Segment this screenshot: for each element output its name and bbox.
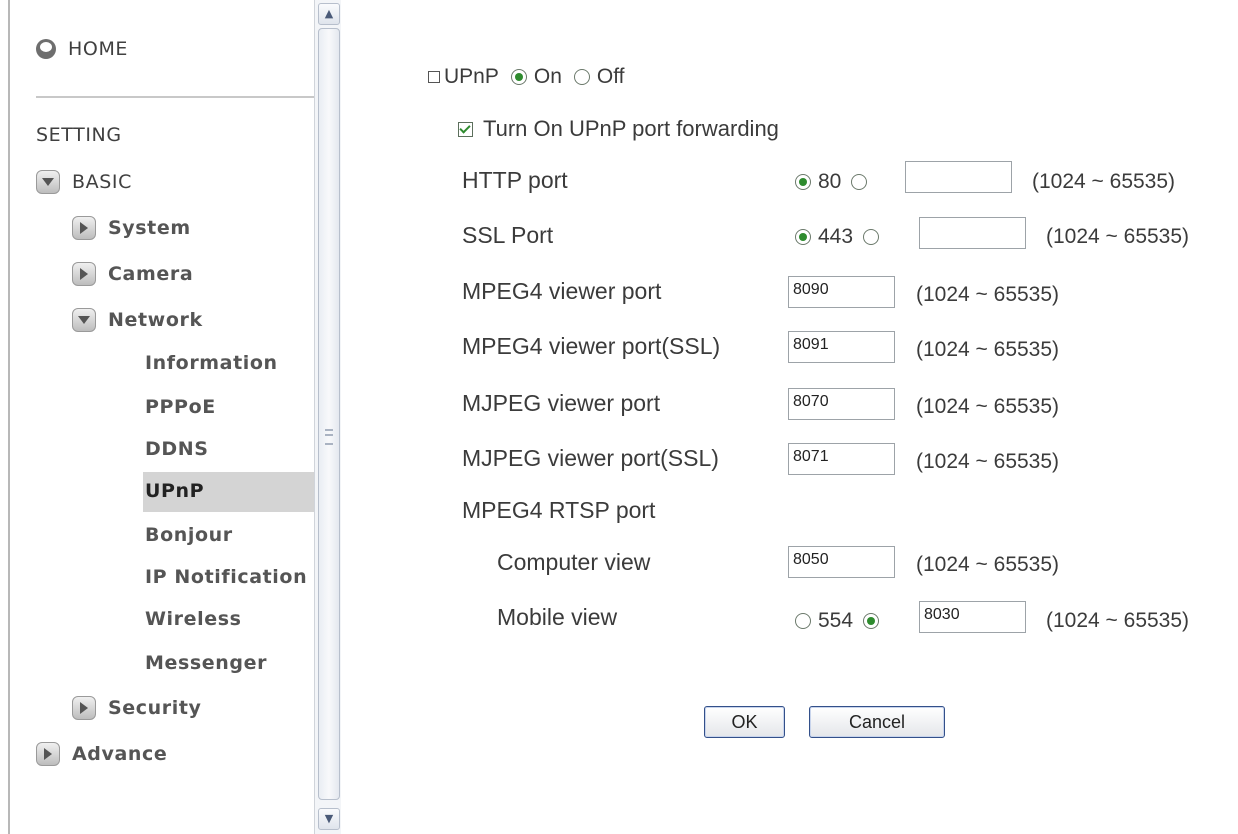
vertical-scrollbar[interactable]: ▲ ▼ (314, 0, 341, 834)
http-port-label: HTTP port (462, 167, 568, 193)
scroll-up-icon[interactable]: ▲ (318, 3, 340, 25)
http-port-range: (1024 ~ 65535) (1032, 170, 1176, 193)
mjpeg-ssl-port-range: (1024 ~ 65535) (916, 450, 1060, 473)
mobile-default-radio[interactable] (795, 613, 811, 629)
ssl-port-options: 443 (795, 225, 886, 249)
upnp-row: UPnP On Off (428, 65, 625, 89)
scroll-down-icon[interactable]: ▼ (318, 808, 340, 830)
mpeg4-port-input[interactable]: 8090 (788, 276, 895, 308)
home-icon (36, 39, 56, 59)
computer-view-input[interactable]: 8050 (788, 546, 895, 578)
mjpeg-port-range: (1024 ~ 65535) (916, 395, 1060, 418)
sidebar-home-label: HOME (68, 38, 129, 60)
mobile-view-options: 554 (795, 609, 886, 633)
sidebar-upnp-label: UPnP (145, 480, 205, 502)
sidebar-ip-notification-label: IP Notification (145, 566, 308, 588)
mobile-view-label: Mobile view (497, 604, 618, 630)
port-forwarding-checkbox[interactable] (458, 121, 473, 137)
sidebar-system-label: System (108, 217, 191, 239)
sidebar-advance-label: Advance (72, 743, 168, 765)
sidebar-security-label: Security (108, 697, 202, 719)
cancel-button[interactable]: Cancel (809, 706, 945, 738)
bullet-icon (428, 71, 440, 83)
sidebar-item-basic[interactable]: BASIC (36, 170, 132, 194)
arrow-right-icon (72, 216, 96, 240)
http-default-label: 80 (818, 170, 842, 193)
mobile-view-input[interactable]: 8030 (919, 601, 1026, 633)
sidebar-ddns-label: DDNS (145, 438, 209, 460)
arrow-right-icon (36, 742, 60, 766)
sidebar-item-messenger[interactable]: Messenger (145, 652, 267, 674)
upnp-off-radio[interactable] (573, 69, 590, 85)
sidebar-camera-label: Camera (108, 263, 194, 285)
sidebar-item-upnp[interactable]: UPnP (145, 480, 204, 502)
rtsp-port-label: MPEG4 RTSP port (462, 497, 656, 523)
sidebar-item-advance[interactable]: Advance (36, 742, 167, 766)
sidebar-information-label: Information (145, 352, 278, 374)
upnp-on-label: On (533, 65, 562, 88)
http-port-input[interactable] (905, 161, 1012, 193)
sidebar-item-ip-notification[interactable]: IP Notification (145, 566, 307, 588)
mpeg4-ssl-port-label: MPEG4 viewer port(SSL) (462, 333, 721, 359)
mjpeg-ssl-port-input[interactable]: 8071 (788, 443, 895, 475)
sidebar-basic-label: BASIC (72, 171, 132, 193)
sidebar-item-information[interactable]: Information (145, 352, 278, 374)
ssl-custom-radio[interactable] (863, 229, 880, 245)
upnp-on-radio[interactable] (510, 69, 527, 85)
sidebar-item-camera[interactable]: Camera (72, 262, 193, 286)
ssl-default-label: 443 (818, 225, 854, 248)
computer-view-range: (1024 ~ 65535) (916, 553, 1060, 576)
sidebar-setting-label: SETTING (36, 124, 122, 146)
mpeg4-port-label: MPEG4 viewer port (462, 278, 662, 304)
arrow-down-icon (36, 170, 60, 194)
mobile-default-label: 554 (818, 609, 854, 632)
ssl-port-label: SSL Port (462, 222, 554, 248)
mjpeg-port-input[interactable]: 8070 (788, 388, 895, 420)
ssl-port-range: (1024 ~ 65535) (1046, 225, 1190, 248)
ssl-default-radio[interactable] (795, 229, 811, 245)
mobile-view-range: (1024 ~ 65535) (1046, 609, 1190, 632)
mpeg4-ssl-port-input[interactable]: 8091 (788, 331, 895, 363)
sidebar-item-wireless[interactable]: Wireless (145, 608, 242, 630)
sidebar-section-setting: SETTING (36, 124, 122, 146)
mpeg4-ssl-port-range: (1024 ~ 65535) (916, 338, 1060, 361)
mjpeg-ssl-port-label: MJPEG viewer port(SSL) (462, 445, 719, 471)
port-forwarding-row: Turn On UPnP port forwarding (458, 116, 779, 142)
sidebar-bonjour-label: Bonjour (145, 524, 233, 546)
sidebar-item-network[interactable]: Network (72, 308, 203, 332)
upnp-off-label: Off (596, 65, 625, 88)
port-forwarding-label: Turn On UPnP port forwarding (483, 116, 779, 141)
sidebar-network-label: Network (108, 309, 203, 331)
mjpeg-port-label: MJPEG viewer port (462, 390, 661, 416)
sidebar-item-system[interactable]: System (72, 216, 191, 240)
ok-button[interactable]: OK (704, 706, 785, 738)
grip-icon (325, 429, 333, 445)
sidebar-pppoe-label: PPPoE (145, 396, 216, 418)
sidebar-item-security[interactable]: Security (72, 696, 202, 720)
computer-view-label: Computer view (497, 549, 651, 575)
mpeg4-port-range: (1024 ~ 65535) (916, 283, 1060, 306)
mobile-custom-radio[interactable] (863, 613, 880, 629)
http-port-options: 80 (795, 170, 874, 194)
http-custom-radio[interactable] (851, 174, 868, 190)
scroll-thumb[interactable] (318, 28, 340, 800)
arrow-down-icon (72, 308, 96, 332)
ssl-port-input[interactable] (919, 217, 1026, 249)
sidebar-wireless-label: Wireless (145, 608, 242, 630)
sidebar-item-home[interactable]: HOME (36, 38, 128, 60)
arrow-right-icon (72, 696, 96, 720)
arrow-right-icon (72, 262, 96, 286)
sidebar-item-ddns[interactable]: DDNS (145, 438, 209, 460)
sidebar-messenger-label: Messenger (145, 652, 268, 674)
sidebar-item-bonjour[interactable]: Bonjour (145, 524, 233, 546)
upnp-label: UPnP (444, 65, 499, 88)
http-default-radio[interactable] (795, 174, 811, 190)
sidebar-item-pppoe[interactable]: PPPoE (145, 396, 216, 418)
sidebar-divider (36, 96, 314, 98)
